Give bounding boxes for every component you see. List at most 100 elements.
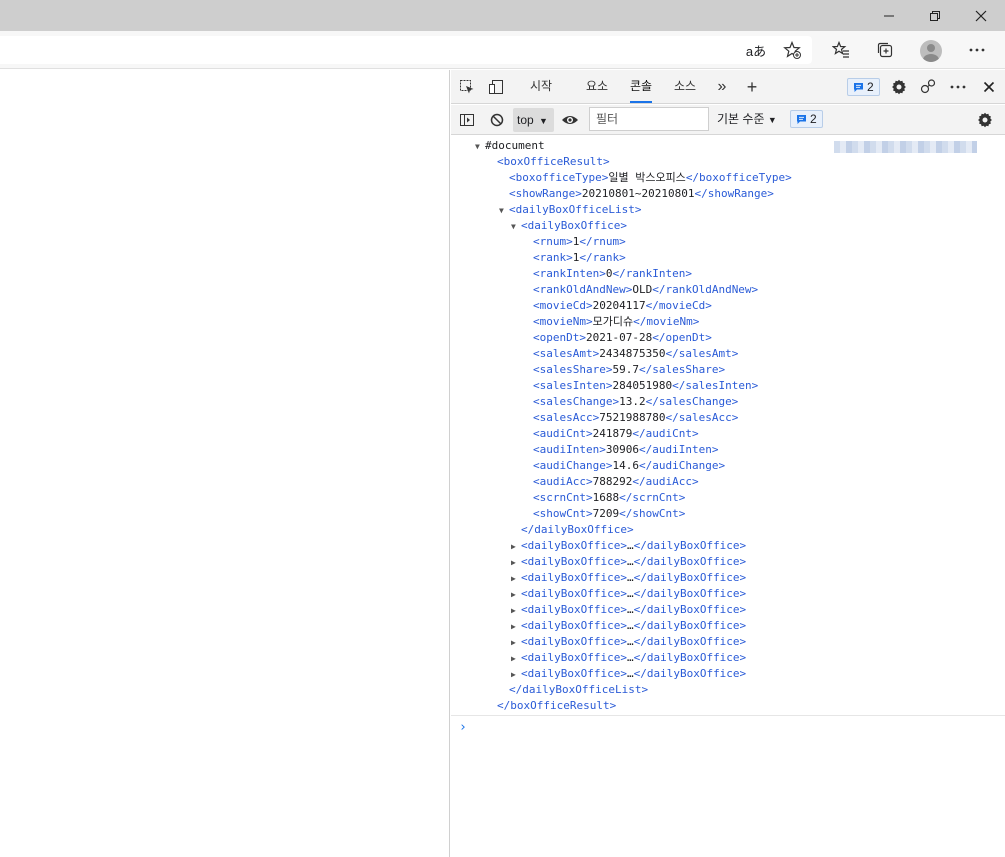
expand-triangle-open-icon[interactable]: ▼ [511,219,521,235]
add-favorite-icon[interactable] [780,38,804,62]
favorites-icon[interactable] [829,38,853,62]
console-issues-count: 2 [810,112,817,126]
console-issues-badge[interactable]: 2 [790,110,823,128]
xml-open-tag: <movieCd> [533,299,593,312]
inspect-element-icon[interactable] [456,76,478,98]
address-bar[interactable]: aあ [0,36,812,64]
context-selector[interactable]: top ▼ [513,108,554,132]
read-aloud-icon[interactable]: aあ [744,38,768,62]
customize-connect-icon[interactable] [917,76,939,98]
browser-toolbar: aあ [0,31,1005,69]
minimize-button[interactable] [866,0,912,31]
xml-text-value: 7209 [592,507,620,520]
console-xml-line: <movieNm>모가디슈</movieNm> [523,314,699,330]
toggle-sidebar-icon[interactable] [456,109,478,131]
tab-sources[interactable]: 소스 [666,70,704,103]
console-xml-line: <audiInten>30906</audiInten> [523,442,718,458]
expand-triangle-closed-icon[interactable]: ▶ [511,555,521,571]
console-filter-input[interactable]: 필터 [589,107,709,131]
expand-triangle-open-icon[interactable]: ▼ [475,139,485,155]
clear-console-icon[interactable] [486,109,508,131]
xml-close-tag: </audiAcc> [632,475,699,488]
settings-gear-icon[interactable] [888,76,910,98]
tab-sources-label: 소스 [674,79,697,93]
console-xml-line[interactable]: ▼ #document [475,138,545,154]
console-settings-gear-icon[interactable] [974,109,996,131]
xml-close-tag: </rank> [579,251,626,264]
xml-open-tag: <dailyBoxOffice> [521,555,627,568]
console-xml-line[interactable]: ▶ <dailyBoxOffice>…</dailyBoxOffice> [511,618,746,634]
xml-close-tag: </salesShare> [638,363,726,376]
tab-console[interactable]: 콘솔 [622,70,660,103]
xml-open-tag: <dailyBoxOffice> [521,635,627,648]
log-levels-dropdown[interactable]: 기본 수준 ▼ [717,107,777,131]
console-prompt-row[interactable]: › [451,715,1005,741]
console-xml-line: <scrnCnt>1688</scrnCnt> [523,490,685,506]
expand-triangle-closed-icon[interactable]: ▶ [511,635,521,651]
expand-triangle-closed-icon[interactable]: ▶ [511,667,521,683]
xml-close-tag: </rnum> [579,235,626,248]
expand-triangle-closed-icon[interactable]: ▶ [511,571,521,587]
console-xml-line[interactable]: ▶ <dailyBoxOffice>…</dailyBoxOffice> [511,650,746,666]
close-window-button[interactable] [958,0,1004,31]
console-xml-line[interactable]: ▶ <dailyBoxOffice>…</dailyBoxOffice> [511,538,746,554]
more-tabs-icon[interactable]: » [711,76,733,98]
context-value: top [517,113,534,127]
xml-text-value: 2021-07-28 [585,331,653,344]
devtools-more-icon[interactable] [947,76,969,98]
console-xml-line[interactable]: ▶ <dailyBoxOffice>…</dailyBoxOffice> [511,586,746,602]
xml-close-tag: </scrnCnt> [619,491,686,504]
xml-open-tag: <audiInten> [533,443,606,456]
collections-icon[interactable] [873,38,897,62]
console-xml-line[interactable]: ▼ <dailyBoxOffice> [511,218,627,234]
profile-avatar[interactable] [920,40,942,62]
restore-button[interactable] [912,0,958,31]
console-xml-line[interactable]: ▶ <dailyBoxOffice>…</dailyBoxOffice> [511,554,746,570]
xml-open-tag: </boxOfficeResult> [497,699,617,712]
xml-open-tag: <audiAcc> [533,475,593,488]
tab-welcome[interactable]: 시작 [522,70,560,103]
close-devtools-icon[interactable] [978,76,1000,98]
xml-open-tag: <scrnCnt> [533,491,593,504]
console-toolbar: top ▼ 필터 기본 수준 ▼ 2 [451,105,1005,135]
xml-close-tag: </salesInten> [672,379,759,392]
source-link-redacted[interactable] [834,141,977,153]
console-xml-line[interactable]: ▶ <dailyBoxOffice>…</dailyBoxOffice> [511,570,746,586]
console-xml-line: <rankOldAndNew>OLD</rankOldAndNew> [523,282,758,298]
expand-triangle-open-icon[interactable]: ▼ [499,203,509,219]
xml-text-value: … [626,619,634,632]
xml-text-value: 13.2 [619,395,646,408]
expand-triangle-closed-icon[interactable]: ▶ [511,587,521,603]
restore-icon [930,10,940,21]
xml-text-value: … [626,555,634,568]
expand-triangle-closed-icon[interactable]: ▶ [511,619,521,635]
tab-console-label: 콘솔 [630,79,653,93]
expand-triangle-closed-icon[interactable]: ▶ [511,603,521,619]
live-expression-eye-icon[interactable] [559,109,581,131]
console-xml-line[interactable]: ▶ <dailyBoxOffice>…</dailyBoxOffice> [511,634,746,650]
xml-close-tag: </salesAmt> [665,347,739,360]
console-xml-line[interactable]: ▶ <dailyBoxOffice>…</dailyBoxOffice> [511,666,746,682]
xml-open-tag: <salesChange> [533,395,620,408]
issues-badge[interactable]: 2 [847,78,880,96]
tab-elements[interactable]: 요소 [578,70,616,103]
console-xml-line: <showRange>20210801~20210801</showRange> [499,186,774,202]
console-xml-line: <salesAcc>7521988780</salesAcc> [523,410,738,426]
device-emulation-icon[interactable] [485,76,507,98]
xml-text-value: 모가디슈 [592,315,634,328]
console-xml-line[interactable]: ▼ <dailyBoxOfficeList> [499,202,641,218]
console-xml-line[interactable]: ▶ <dailyBoxOffice>…</dailyBoxOffice> [511,602,746,618]
expand-triangle-closed-icon[interactable]: ▶ [511,539,521,555]
xml-text-value: … [626,571,634,584]
add-tab-icon[interactable]: + [741,76,763,98]
xml-open-tag: </dailyBoxOffice> [521,523,634,536]
console-xml-line: <movieCd>20204117</movieCd> [523,298,712,314]
xml-text-value: OLD [632,283,653,296]
xml-open-tag: <salesAcc> [533,411,600,424]
xml-text-value: … [626,651,634,664]
xml-close-tag: </showCnt> [619,507,686,520]
more-tabs-glyph: » [717,78,727,95]
xml-open-tag: <dailyBoxOffice> [521,667,627,680]
expand-triangle-closed-icon[interactable]: ▶ [511,651,521,667]
more-icon[interactable] [965,38,989,62]
